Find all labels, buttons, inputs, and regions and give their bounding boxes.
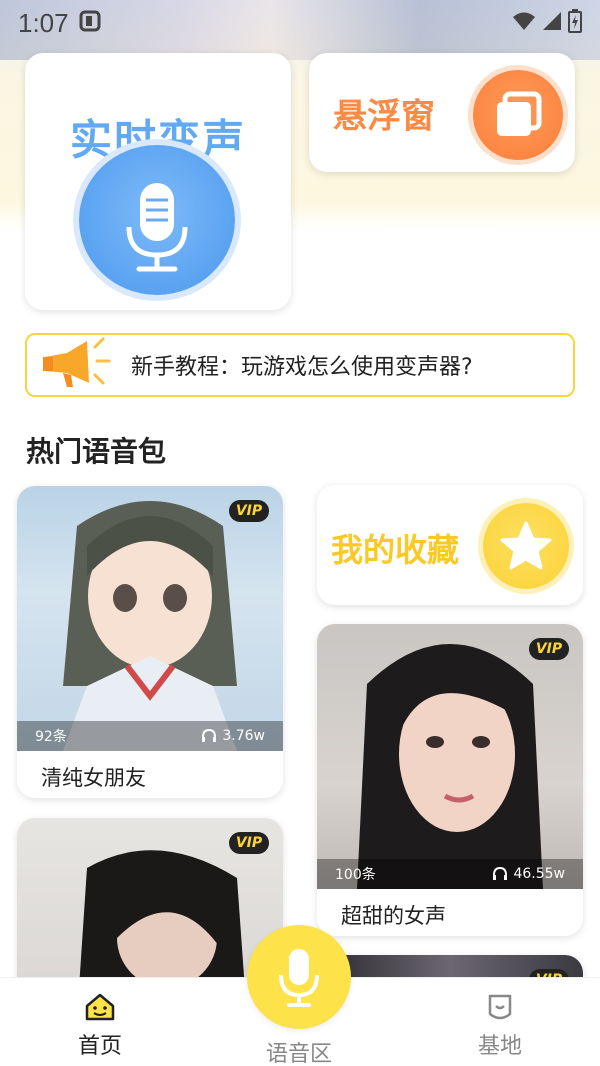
voice-pack-plays: 3.76w xyxy=(222,728,265,744)
realtime-voice-change-card[interactable]: 实时变声 xyxy=(25,53,291,310)
tutorial-banner[interactable]: 新手教程：玩游戏怎么使用变声器? xyxy=(25,333,575,397)
status-bar: 1:07 xyxy=(0,0,600,46)
favorites-button[interactable] xyxy=(483,503,569,589)
my-favorites-card[interactable]: 我的收藏 xyxy=(317,485,583,605)
nav-tab-home[interactable]: 首页 xyxy=(40,978,160,1060)
vip-badge: VIP xyxy=(229,832,269,854)
home-smiley-icon xyxy=(85,993,115,1021)
floating-window-icon xyxy=(497,91,542,136)
voice-pack-meta: 92条 3.76w xyxy=(17,721,283,751)
cellular-signal-icon xyxy=(542,11,562,35)
section-title-hot-voice-packs: 热门语音包 xyxy=(26,435,167,468)
nav-label-voice-zone: 语音区 xyxy=(265,1042,332,1066)
battery-charging-icon xyxy=(568,9,582,37)
headphones-icon xyxy=(493,867,508,880)
realtime-mic-button[interactable] xyxy=(79,145,235,295)
voice-pack-name: 清纯女朋友 xyxy=(41,766,146,790)
vip-badge: VIP xyxy=(229,500,269,522)
voice-pack-name: 超甜的女声 xyxy=(341,904,446,928)
floating-window-button[interactable] xyxy=(473,70,563,160)
headphones-icon xyxy=(202,729,217,742)
voice-pack-card[interactable]: VIP 100条 46.55w 超甜的女声 xyxy=(317,624,583,936)
voice-pack-meta: 100条 46.55w xyxy=(317,859,583,889)
microphone-icon xyxy=(279,949,319,1007)
voice-pack-cover-image xyxy=(17,486,283,751)
megaphone-icon xyxy=(37,335,117,395)
app-notification-icon xyxy=(79,10,101,36)
voice-pack-count: 92条 xyxy=(35,729,67,745)
nav-label-base: 基地 xyxy=(477,1034,522,1059)
status-time: 1:07 xyxy=(18,7,69,38)
microphone-icon xyxy=(126,183,188,272)
my-favorites-title: 我的收藏 xyxy=(331,531,460,569)
voice-pack-count: 100条 xyxy=(335,867,376,883)
floating-window-card[interactable]: 悬浮窗 xyxy=(309,53,575,172)
voice-pack-card[interactable]: VIP 92条 3.76w 清纯女朋友 xyxy=(17,486,283,798)
tutorial-text: 新手教程：玩游戏怎么使用变声器? xyxy=(131,355,473,380)
base-icon xyxy=(488,994,512,1020)
star-icon xyxy=(500,521,552,570)
nav-label-home: 首页 xyxy=(77,1034,122,1059)
nav-tab-base[interactable]: 基地 xyxy=(440,978,560,1060)
vip-badge: VIP xyxy=(529,638,569,660)
voice-zone-mic-button[interactable] xyxy=(247,925,351,1029)
wifi-icon xyxy=(512,11,536,35)
voice-pack-cover-image xyxy=(317,624,583,889)
voice-pack-plays: 46.55w xyxy=(513,866,565,882)
floating-window-title: 悬浮窗 xyxy=(333,96,435,137)
